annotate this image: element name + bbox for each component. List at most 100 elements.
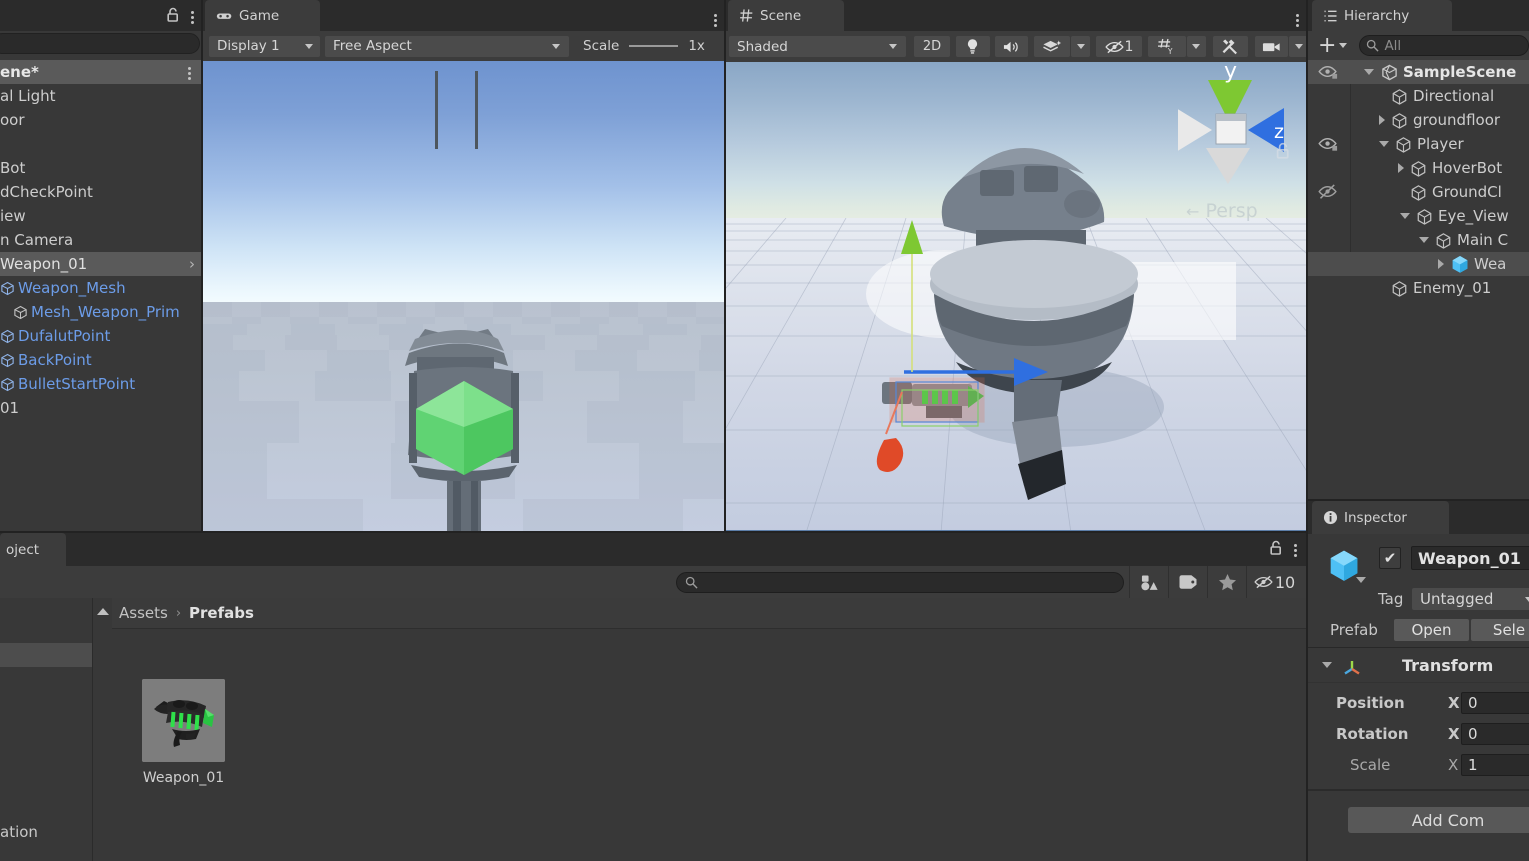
scroll-up-arrow-icon[interactable] <box>97 608 109 615</box>
left-row-label: Mesh_Weapon_Prim <box>31 303 180 321</box>
scene-fx-toggle[interactable] <box>1034 36 1071 57</box>
scene-tools-button[interactable] <box>1212 36 1249 57</box>
transform-collapse-icon[interactable] <box>1322 662 1332 668</box>
divider-views-project[interactable] <box>0 531 1306 533</box>
left-row-scene[interactable]: ene* <box>0 60 203 84</box>
scale-label: Scale <box>1350 755 1391 774</box>
asset-item-weapon-01[interactable]: Weapon_01 <box>142 679 225 786</box>
visibility-eye-icon[interactable] <box>1318 136 1339 156</box>
scene-lighting-toggle[interactable] <box>955 36 990 57</box>
add-component-button[interactable]: Add Com <box>1348 807 1529 833</box>
left-row-weapon-01[interactable]: Weapon_01 › <box>0 252 203 276</box>
projection-label-text: Persp <box>1205 200 1258 222</box>
list-item[interactable]: Mesh_Weapon_Prim <box>0 300 203 324</box>
hierarchy-item-weapon-01[interactable]: Wea <box>1308 252 1529 276</box>
scene-audio-toggle[interactable] <box>994 36 1029 57</box>
scale-value: 1x <box>688 38 705 54</box>
scene-camera-button[interactable] <box>1255 36 1289 57</box>
hierarchy-item-hoverbot[interactable]: HoverBot <box>1308 156 1529 180</box>
divider-hierarchy-inspector[interactable] <box>1308 499 1529 501</box>
object-filter-icon[interactable] <box>1129 566 1168 598</box>
scene-visibility-toggle[interactable]: 1 <box>1096 36 1142 57</box>
rotation-x-field[interactable]: 0 <box>1461 722 1529 745</box>
tab-scene[interactable]: Scene <box>728 0 844 31</box>
label-tag-icon[interactable] <box>1168 566 1207 598</box>
scale-slider[interactable] <box>629 45 679 47</box>
scene-grid-toggle[interactable]: Y <box>1147 36 1186 57</box>
divider-left-game[interactable] <box>201 0 203 533</box>
list-item[interactable]: BulletStartPoint <box>0 372 203 396</box>
gizmo-projection-label[interactable]: ← Persp <box>1186 200 1258 222</box>
divider-scene-hierarchy[interactable] <box>1306 0 1308 861</box>
scene-grid-dropdown[interactable] <box>1186 36 1206 57</box>
list-item[interactable]: DufalutPoint <box>0 324 203 348</box>
list-item[interactable]: Bot <box>0 156 203 180</box>
hierarchy-item-groundcheck[interactable]: GroundCl <box>1308 180 1529 204</box>
hidden-eye-icon[interactable] <box>1318 184 1339 204</box>
breadcrumb-prefabs[interactable]: Prefabs <box>189 604 254 622</box>
kebab-menu-icon[interactable] <box>1293 543 1297 557</box>
project-panel: oject 10 ation Assets › Prefabs Weapon_0… <box>0 533 1308 861</box>
shading-mode-dropdown[interactable]: Shaded <box>729 36 907 57</box>
hierarchy-search-input[interactable]: All <box>1359 35 1529 56</box>
list-item[interactable]: dCheckPoint <box>0 180 203 204</box>
toggle-2d-button[interactable]: 2D <box>914 36 950 57</box>
scene-orientation-gizmo[interactable]: y z <box>1178 62 1306 190</box>
hierarchy-item-player[interactable]: Player <box>1308 132 1529 156</box>
gizmo-lock-icon[interactable] <box>1275 142 1291 160</box>
kebab-menu-icon[interactable] <box>1295 14 1299 27</box>
project-search-input[interactable] <box>676 571 1124 593</box>
tab-game[interactable]: Game <box>205 0 320 31</box>
list-item[interactable]: Weapon_Mesh <box>0 276 203 300</box>
lock-icon[interactable] <box>166 7 180 27</box>
project-visibility-toggle[interactable]: 10 <box>1246 566 1302 598</box>
left-panel-search-input[interactable] <box>0 33 200 54</box>
tag-dropdown[interactable]: Untagged <box>1412 588 1529 610</box>
list-item[interactable] <box>0 132 203 156</box>
kebab-menu-icon[interactable] <box>190 10 194 24</box>
list-item[interactable]: al Light <box>0 84 203 108</box>
lock-icon[interactable] <box>1269 540 1283 560</box>
tab-label: Game <box>239 7 280 24</box>
prefab-open-button[interactable]: Open <box>1394 619 1469 641</box>
scene-viewport[interactable]: y z ← Persp <box>726 62 1308 533</box>
list-item[interactable]: iew <box>0 204 203 228</box>
kebab-menu-icon[interactable] <box>713 14 717 27</box>
project-folder-selected[interactable] <box>0 643 92 667</box>
favorite-star-icon[interactable] <box>1207 566 1246 598</box>
list-item[interactable]: 01 <box>0 396 203 420</box>
game-viewport[interactable] <box>203 61 726 533</box>
list-item[interactable]: oor <box>0 108 203 132</box>
add-object-button[interactable]: + <box>1318 34 1348 56</box>
list-item[interactable]: n Camera <box>0 228 203 252</box>
chevron-down-icon[interactable] <box>1356 577 1366 583</box>
display-dropdown[interactable]: Display 1 <box>209 35 320 57</box>
prefab-cube-icon <box>1450 254 1470 274</box>
tab-hierarchy[interactable]: Hierarchy <box>1312 0 1452 31</box>
list-item[interactable]: BackPoint <box>0 348 203 372</box>
visibility-eye-icon[interactable] <box>1318 64 1339 84</box>
tab-project[interactable]: oject <box>0 533 66 566</box>
hierarchy-item-groundfloor[interactable]: groundfloor <box>1308 108 1529 132</box>
divider-game-scene[interactable] <box>724 0 726 533</box>
tab-inspector[interactable]: Inspector <box>1312 501 1449 534</box>
scene-fx-dropdown[interactable] <box>1071 36 1091 57</box>
position-x-field[interactable]: 0 <box>1461 691 1529 714</box>
scale-x-field[interactable]: 1 <box>1461 753 1529 776</box>
hierarchy-item-directional[interactable]: Directional <box>1308 84 1529 108</box>
breadcrumb-assets[interactable]: Assets <box>119 604 168 622</box>
kebab-menu-icon[interactable] <box>187 67 191 80</box>
prefab-select-button[interactable]: Sele <box>1471 619 1529 641</box>
lightbulb-icon <box>966 38 979 55</box>
hierarchy-item-enemy-01[interactable]: Enemy_01 <box>1308 276 1529 300</box>
project-folder-tree[interactable]: ation <box>0 598 106 861</box>
chevron-right-icon[interactable]: › <box>189 252 195 276</box>
hierarchy-item-eye-view[interactable]: Eye_View <box>1308 204 1529 228</box>
object-name-field[interactable]: Weapon_01 <box>1411 546 1529 570</box>
project-toolbar: 10 <box>0 566 1308 598</box>
aspect-dropdown[interactable]: Free Aspect <box>325 35 569 57</box>
project-folder-label[interactable]: ation <box>0 823 38 841</box>
object-enabled-checkbox[interactable]: ✔ <box>1379 547 1401 569</box>
hierarchy-item-main-camera[interactable]: Main C <box>1308 228 1529 252</box>
hierarchy-item-samplescene[interactable]: SampleScene <box>1308 60 1529 84</box>
